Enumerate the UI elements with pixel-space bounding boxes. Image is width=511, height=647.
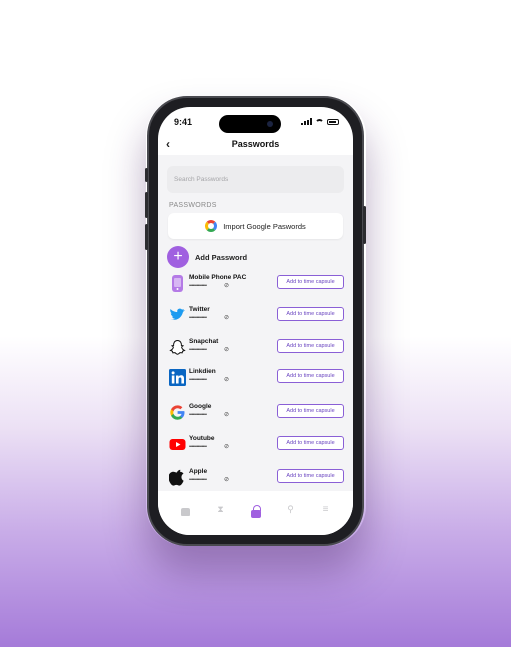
item-name: Apple [189,468,208,475]
eye-off-icon[interactable]: ⊘ [224,346,229,353]
home-icon [181,508,190,516]
page-title: Passwords [231,139,280,149]
item-name: Linkdien [189,368,216,375]
eye-off-icon[interactable]: ⊘ [224,443,229,450]
add-to-time-capsule-button[interactable]: Add to time capsule [277,436,344,450]
masked-password: •••••••••••••• [189,347,207,353]
add-to-time-capsule-button[interactable]: Add to time capsule [277,339,344,353]
add-to-time-capsule-button[interactable]: Add to time capsule [277,369,344,383]
masked-password: •••••••••••••• [189,315,207,321]
eye-off-icon[interactable]: ⊘ [224,376,229,383]
key-icon: ⚲ [287,504,294,514]
hourglass-icon: ⧗ [217,504,224,514]
item-name: Twitter [189,306,210,313]
tab-passwords[interactable] [248,504,264,520]
masked-password: •••••••••••••• [189,283,207,289]
add-to-time-capsule-button[interactable]: Add to time capsule [277,469,344,483]
eye-off-icon[interactable]: ⊘ [224,314,229,321]
password-item-twitter[interactable]: Twitter •••••••••••••• ⊘ Add to time cap… [158,305,353,329]
phone-icon [172,275,183,292]
password-item-mobile-phone[interactable]: Mobile Phone PAC •••••••••••••• ⊘ Add to… [158,273,353,297]
dynamic-island [219,115,281,133]
password-item-youtube[interactable]: Youtube •••••••••••••• ⊘ Add to time cap… [158,434,353,458]
menu-icon: ≡ [322,504,329,515]
password-item-snapchat[interactable]: Snapchat •••••••••••••• ⊘ Add to time ca… [158,337,353,361]
volume-up-button [145,192,148,218]
search-input[interactable] [167,166,344,193]
app-header: ‹ Passwords [158,137,353,155]
volume-down-button [145,224,148,250]
add-password-button[interactable]: + Add Password [167,246,247,268]
tab-keys[interactable]: ⚲ [283,504,299,520]
import-label: Import Google Paswords [223,221,306,231]
signal-icon [301,118,312,125]
apple-icon [169,469,184,486]
tab-home[interactable] [178,504,194,520]
status-time: 9:41 [174,117,193,127]
item-name: Mobile Phone PAC [189,274,247,281]
add-to-time-capsule-button[interactable]: Add to time capsule [277,275,344,289]
status-icons [301,118,339,125]
import-google-passwords-button[interactable]: Import Google Paswords [168,213,343,239]
youtube-icon [169,439,186,450]
camera-icon [267,121,273,127]
snapchat-icon [169,339,186,355]
tab-menu[interactable]: ≡ [318,504,334,520]
masked-password: •••••••••••••• [189,377,207,383]
phone-frame: 9:41 ‹ Passwords PASSWORDS Import Google… [145,96,366,546]
battery-icon [327,118,339,125]
lock-icon [250,505,261,518]
item-name: Youtube [189,435,215,442]
eye-off-icon[interactable]: ⊘ [224,282,229,289]
google-icon [205,220,218,232]
phone-screen: 9:41 ‹ Passwords PASSWORDS Import Google… [158,107,353,535]
item-name: Google [189,403,212,410]
eye-off-icon[interactable]: ⊘ [224,476,229,483]
masked-password: •••••••••••••• [189,444,207,450]
mute-switch [145,168,148,182]
masked-password: •••••••••••••• [189,477,207,483]
section-label: PASSWORDS [169,202,217,209]
google-icon [170,405,185,420]
eye-off-icon[interactable]: ⊘ [224,411,229,418]
tab-bar: ⧗ ⚲ ≡ [158,491,353,535]
add-password-label: Add Password [195,252,248,262]
tab-time-capsule[interactable]: ⧗ [213,504,229,520]
password-item-linkedin[interactable]: Linkdien •••••••••••••• ⊘ Add to time ca… [158,367,353,391]
linkedin-icon [169,369,186,386]
password-item-google[interactable]: Google •••••••••••••• ⊘ Add to time caps… [158,402,353,426]
masked-password: •••••••••••••• [189,412,207,418]
password-item-apple[interactable]: Apple •••••••••••••• ⊘ Add to time capsu… [158,467,353,491]
twitter-icon [170,308,185,320]
item-name: Snapchat [189,338,219,345]
power-button [363,206,366,244]
plus-icon: + [167,246,189,268]
wifi-icon [315,118,324,125]
password-content: PASSWORDS Import Google Paswords + Add P… [158,155,353,491]
add-to-time-capsule-button[interactable]: Add to time capsule [277,307,344,321]
add-to-time-capsule-button[interactable]: Add to time capsule [277,404,344,418]
